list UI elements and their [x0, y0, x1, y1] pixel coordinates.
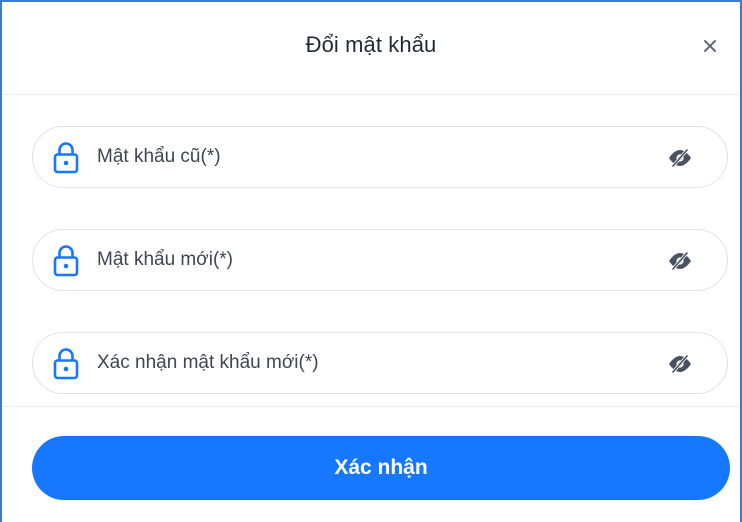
- old-password-input[interactable]: [97, 127, 637, 187]
- footer-divider: [2, 406, 740, 407]
- old-password-field[interactable]: [32, 126, 728, 188]
- close-icon[interactable]: [698, 34, 722, 58]
- eye-off-icon[interactable]: [667, 147, 693, 169]
- dialog-title: Đổi mật khẩu: [305, 32, 437, 57]
- confirm-button[interactable]: Xác nhận: [32, 436, 730, 500]
- dialog-header: Đổi mật khẩu: [2, 2, 740, 95]
- lock-icon: [53, 142, 79, 174]
- confirm-password-field[interactable]: [32, 332, 728, 394]
- change-password-dialog: Đổi mật khẩu Xác nhận: [0, 0, 742, 522]
- lock-icon: [53, 348, 79, 380]
- eye-off-icon[interactable]: [667, 353, 693, 375]
- eye-off-icon[interactable]: [667, 250, 693, 272]
- new-password-input[interactable]: [97, 230, 637, 290]
- confirm-password-input[interactable]: [97, 333, 637, 393]
- new-password-field[interactable]: [32, 229, 728, 291]
- lock-icon: [53, 245, 79, 277]
